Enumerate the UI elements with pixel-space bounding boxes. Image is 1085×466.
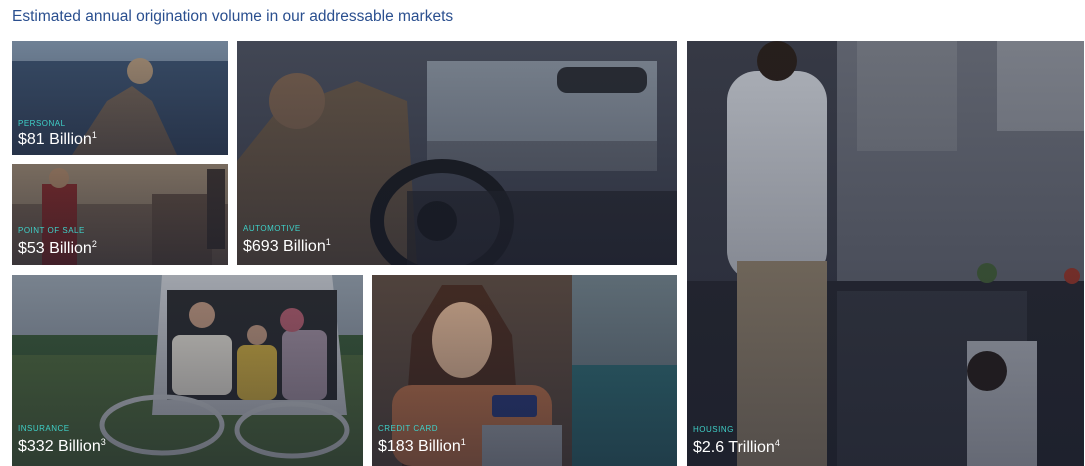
tile-insurance[interactable]: INSURANCE $332 Billion3 [12, 275, 363, 466]
housing-category: HOUSING [693, 425, 734, 434]
tile-automotive[interactable]: AUTOMOTIVE $693 Billion1 [237, 41, 677, 265]
automotive-category: AUTOMOTIVE [243, 224, 301, 233]
insurance-category: INSURANCE [18, 424, 70, 433]
personal-category: PERSONAL [18, 119, 66, 128]
tile-point-of-sale[interactable]: POINT OF SALE $53 Billion2 [12, 164, 228, 265]
tile-housing[interactable]: HOUSING $2.6 Trillion4 [687, 41, 1084, 466]
automotive-shade [237, 41, 677, 265]
personal-amount: $81 Billion1 [18, 130, 97, 148]
housing-amount: $2.6 Trillion4 [693, 438, 780, 456]
point-of-sale-category: POINT OF SALE [18, 226, 85, 235]
automotive-amount: $693 Billion1 [243, 237, 331, 255]
page-title: Estimated annual origination volume in o… [12, 8, 454, 25]
tile-personal[interactable]: PERSONAL $81 Billion1 [12, 41, 228, 155]
point-of-sale-amount: $53 Billion2 [18, 239, 97, 257]
tile-credit-card[interactable]: CREDIT CARD $183 Billion1 [372, 275, 677, 466]
insurance-amount: $332 Billion3 [18, 437, 106, 455]
credit-card-amount: $183 Billion1 [378, 437, 466, 455]
credit-card-category: CREDIT CARD [378, 424, 439, 433]
housing-shade [687, 41, 1084, 466]
